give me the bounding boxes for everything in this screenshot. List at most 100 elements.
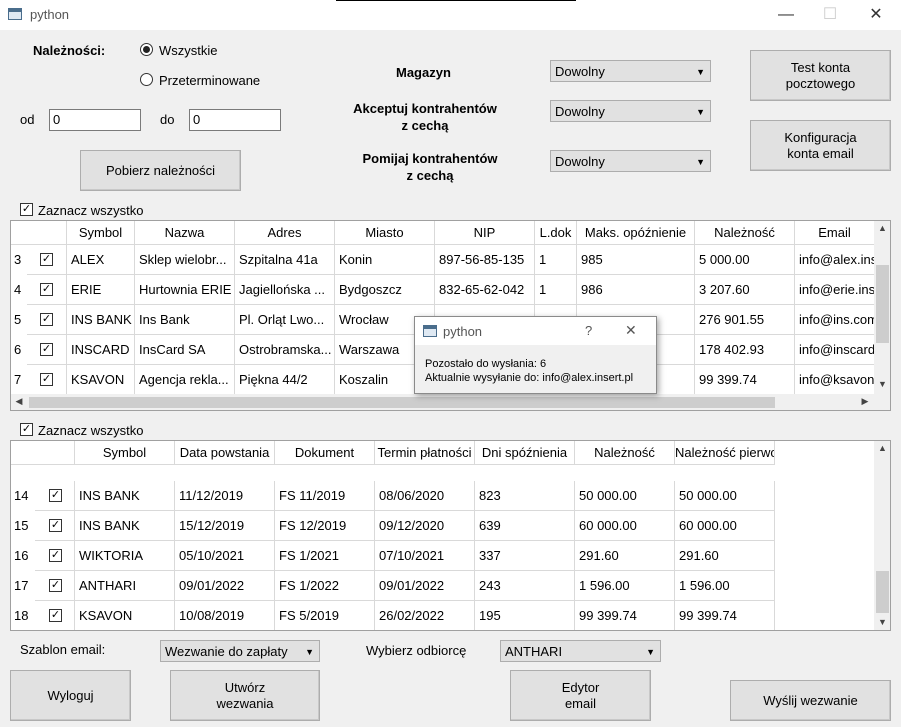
table-cell: 832-65-62-042	[435, 275, 535, 305]
table-cell: Piękna 44/2	[235, 365, 335, 395]
table-cell: 60 000.00	[675, 511, 775, 541]
table-header-cell: Miasto	[335, 221, 435, 245]
table-cell: 99 399.74	[675, 601, 775, 630]
editor-label-1: Edytor	[561, 679, 600, 695]
select-all-checkbox-2[interactable]: ✓	[20, 423, 33, 436]
magazyn-value: Dowolny	[555, 64, 605, 79]
table-cell: 99 399.74	[695, 365, 795, 395]
table-cell: FS 11/2019	[275, 481, 375, 511]
table-cell: 823	[475, 481, 575, 511]
radio-overdue[interactable]	[140, 73, 153, 86]
od-input[interactable]: 0	[49, 109, 141, 131]
table-cell: 1 596.00	[675, 571, 775, 601]
config-mail-button[interactable]: Konfiguracja konta email	[750, 120, 891, 171]
row-checkbox[interactable]: ✓	[40, 253, 53, 266]
table-cell: 1 596.00	[575, 571, 675, 601]
naleznosci-label: Należności:	[33, 43, 106, 58]
table-cell: InsCard SA	[135, 335, 235, 365]
accept-label-line2: z cechą	[401, 118, 449, 133]
help-icon[interactable]: ?	[585, 323, 592, 338]
row-checkbox[interactable]: ✓	[40, 343, 53, 356]
row-checkbox[interactable]: ✓	[49, 489, 62, 502]
row-number: 15	[14, 518, 29, 533]
row-number: 5	[14, 312, 22, 327]
template-select[interactable]: Wezwanie do zapłaty ▼	[160, 640, 320, 662]
select-all-checkbox-1[interactable]: ✓	[20, 203, 33, 216]
row-checkbox[interactable]: ✓	[49, 579, 62, 592]
vertical-scrollbar[interactable]: ▲ ▼	[874, 441, 890, 630]
create-label-2: wezwania	[216, 695, 274, 711]
row-checkbox[interactable]: ✓	[40, 313, 53, 326]
maximize-icon[interactable]: ☐	[810, 4, 850, 26]
do-input[interactable]: 0	[189, 109, 281, 131]
create-summons-button[interactable]: Utwórz wezwania	[170, 670, 320, 721]
row-checkbox[interactable]: ✓	[49, 549, 62, 562]
row-number: 4	[14, 282, 22, 297]
scroll-down-icon[interactable]: ▼	[874, 379, 890, 389]
dialog-close-icon[interactable]: ✕	[625, 322, 637, 339]
send-summons-button[interactable]: Wyślij wezwanie	[730, 680, 891, 721]
table-cell: 291.60	[575, 541, 675, 571]
table-header-cell: Termin płatności	[375, 441, 475, 465]
skip-label-line1: Pomijaj kontrahentów	[362, 151, 498, 166]
table-header-corner	[11, 221, 67, 245]
scrollbar-thumb[interactable]	[876, 265, 889, 343]
logout-button[interactable]: Wyloguj	[10, 670, 131, 721]
config-mail-label-1: Konfiguracja	[784, 129, 857, 145]
table-header-cell: Adres	[235, 221, 335, 245]
magazyn-select[interactable]: Dowolny ▼	[550, 60, 711, 82]
minimize-icon[interactable]: —	[766, 4, 806, 26]
fetch-button[interactable]: Pobierz należności	[80, 150, 241, 191]
vertical-scrollbar[interactable]: ▲ ▼	[874, 221, 890, 394]
scroll-right-icon[interactable]: ▶	[859, 396, 871, 407]
scrollbar-thumb[interactable]	[876, 571, 889, 613]
table-cell: Agencja rekla...	[135, 365, 235, 395]
table-header-cell: Email	[795, 221, 875, 245]
row-checkbox[interactable]: ✓	[49, 519, 62, 532]
table-header-cell: Maks. opóźnienie	[577, 221, 695, 245]
dialog-remaining-text: Pozostało do wysłania: 6	[425, 358, 547, 370]
row-number: 17	[14, 578, 29, 593]
test-mail-button[interactable]: Test konta pocztowego	[750, 50, 891, 101]
skip-select[interactable]: Dowolny ▼	[550, 150, 711, 172]
accept-select[interactable]: Dowolny ▼	[550, 100, 711, 122]
od-label: od	[20, 112, 35, 127]
table-cell: 08/06/2020	[375, 481, 475, 511]
template-value: Wezwanie do zapłaty	[165, 644, 288, 659]
table-cell: ERIE	[67, 275, 135, 305]
table-cell: Jagiellońska ...	[235, 275, 335, 305]
table-cell: 15/12/2019	[175, 511, 275, 541]
table-cell: 243	[475, 571, 575, 601]
horizontal-scrollbar[interactable]: ◀ ▶	[11, 394, 890, 410]
table-cell: FS 12/2019	[275, 511, 375, 541]
scrollbar-thumb[interactable]	[29, 397, 775, 408]
table-header-cell: Nazwa	[135, 221, 235, 245]
radio-all[interactable]	[140, 43, 153, 56]
dialog-current-text: Aktualnie wysyłanie do: info@alex.insert…	[425, 372, 634, 384]
table-cell: 09/01/2022	[375, 571, 475, 601]
recipient-label: Wybierz odbiorcę	[366, 643, 467, 658]
table-cell: ALEX	[67, 245, 135, 275]
table-cell: 276 901.55	[695, 305, 795, 335]
row-number: 7	[14, 372, 22, 387]
row-number: 14	[14, 488, 29, 503]
table-header-corner	[11, 441, 75, 465]
row-checkbox[interactable]: ✓	[40, 283, 53, 296]
create-label-1: Utwórz	[224, 679, 266, 695]
table-cell: info@ins.com	[795, 305, 875, 335]
email-editor-button[interactable]: Edytor email	[510, 670, 651, 721]
scroll-up-icon[interactable]: ▲	[874, 443, 890, 453]
table-cell: 1	[535, 275, 577, 305]
row-checkbox[interactable]: ✓	[40, 373, 53, 386]
close-icon[interactable]: ✕	[856, 4, 896, 26]
row-checkbox[interactable]: ✓	[49, 609, 62, 622]
skip-label-line2: z cechą	[406, 168, 454, 183]
scroll-left-icon[interactable]: ◀	[13, 396, 25, 407]
progress-dialog: python ? ✕ Pozostało do wysłania: 6 Aktu…	[414, 316, 657, 394]
table-cell: WIKTORIA	[75, 541, 175, 571]
scroll-up-icon[interactable]: ▲	[874, 223, 890, 233]
recipient-select[interactable]: ANTHARI ▼	[500, 640, 661, 662]
table-cell: KSAVON	[75, 601, 175, 630]
chevron-down-icon: ▼	[646, 647, 655, 657]
scroll-down-icon[interactable]: ▼	[874, 617, 890, 627]
